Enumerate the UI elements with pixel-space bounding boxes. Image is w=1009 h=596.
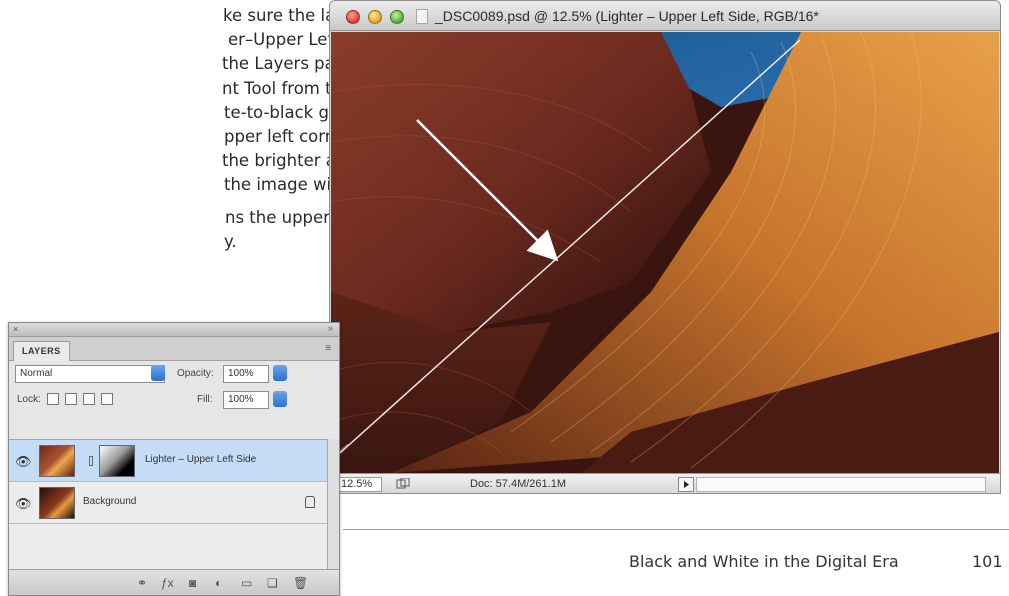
layers-list: 👁 Lighter – Upper Left Side 👁 Background bbox=[9, 439, 339, 571]
document-icon bbox=[416, 9, 428, 24]
canyon-photo bbox=[331, 32, 999, 473]
text-line: the image window. bbox=[224, 175, 330, 194]
lock-icon bbox=[305, 496, 315, 508]
footer-rule bbox=[343, 529, 1009, 530]
image-window: _DSC0089.psd @ 12.5% (Lighter – Upper Le… bbox=[329, 0, 1001, 494]
collapse-icon[interactable]: » bbox=[328, 323, 333, 333]
horizontal-scrollbar[interactable] bbox=[696, 477, 986, 492]
layer-mask-thumbnail[interactable] bbox=[99, 445, 135, 477]
lock-all-icon[interactable] bbox=[101, 393, 113, 405]
opacity-field[interactable]: 100% bbox=[223, 365, 269, 383]
window-titlebar[interactable]: _DSC0089.psd @ 12.5% (Lighter – Upper Le… bbox=[330, 1, 1000, 31]
blend-row: Normal Opacity: 100% bbox=[9, 361, 339, 387]
visibility-eye-icon[interactable]: 👁 bbox=[15, 454, 32, 470]
lock-row: Lock: Fill: 100% bbox=[9, 387, 339, 413]
status-menu-icon[interactable] bbox=[396, 478, 410, 490]
minimize-icon[interactable] bbox=[368, 10, 382, 24]
link-layers-icon[interactable]: ⚭ bbox=[137, 576, 147, 590]
opacity-dropdown-icon[interactable] bbox=[273, 365, 287, 381]
close-icon[interactable] bbox=[346, 10, 360, 24]
zoom-field[interactable]: 12.5% bbox=[336, 477, 382, 492]
opacity-label: Opacity: bbox=[177, 368, 214, 379]
zoom-icon[interactable] bbox=[390, 10, 404, 24]
text-line: y. bbox=[224, 232, 237, 251]
lock-label: Lock: bbox=[17, 394, 41, 405]
text-line: te-to-black gradient diagonally bbox=[224, 103, 330, 122]
status-bar: 12.5% Doc: 57.4M/261.1M bbox=[330, 473, 1000, 493]
layer-thumbnail bbox=[39, 445, 75, 477]
play-arrow-icon bbox=[684, 481, 689, 488]
lock-image-icon[interactable] bbox=[65, 393, 77, 405]
layer-name: Lighter – Upper Left Side bbox=[145, 454, 257, 465]
new-layer-icon[interactable]: ❏ bbox=[267, 576, 278, 590]
fill-dropdown-icon[interactable] bbox=[273, 391, 287, 407]
palette-menu-icon[interactable]: ≡ bbox=[325, 343, 331, 354]
blend-mode-dropdown-icon[interactable] bbox=[151, 365, 165, 381]
trash-icon[interactable]: 🗑 bbox=[293, 576, 308, 590]
text-line: the Layers palette. Choose bbox=[222, 54, 330, 73]
add-mask-icon[interactable]: ◙ bbox=[189, 576, 196, 590]
adjustment-layer-icon[interactable]: ◐ bbox=[215, 576, 222, 590]
layer-thumbnail bbox=[39, 487, 75, 519]
text-line: pper left corner of the image bbox=[224, 127, 330, 146]
blend-mode-select[interactable]: Normal bbox=[15, 365, 165, 383]
palette-footer: ⚭ ƒx ◙ ◐ ▭ ❏ 🗑 bbox=[9, 569, 339, 595]
text-line: er–Upper Left Side” layer is bbox=[228, 30, 330, 49]
lock-transparent-icon[interactable] bbox=[47, 393, 59, 405]
palette-header[interactable]: × » bbox=[9, 323, 339, 337]
layers-scrollbar[interactable] bbox=[327, 439, 339, 571]
text-line: ns the upper left side in a bbox=[225, 208, 330, 227]
layer-row-lighter[interactable]: 👁 Lighter – Upper Left Side bbox=[9, 440, 339, 482]
layer-row-background[interactable]: 👁 Background bbox=[9, 482, 339, 524]
close-icon[interactable]: × bbox=[13, 324, 18, 334]
visibility-eye-icon[interactable]: 👁 bbox=[15, 496, 32, 512]
page-number: 101 bbox=[972, 552, 1003, 571]
footer-title: Black and White in the Digital Era bbox=[629, 552, 899, 571]
text-line: the brighter area in the bbox=[222, 151, 330, 170]
status-arrow-button[interactable] bbox=[678, 477, 694, 492]
mask-link-icon[interactable] bbox=[89, 456, 93, 466]
image-canvas[interactable] bbox=[331, 32, 999, 473]
document-size: Doc: 57.4M/261.1M bbox=[470, 478, 566, 490]
palette-tab-row: LAYERS ≡ bbox=[9, 337, 339, 361]
text-line: ke sure the layer mask on bbox=[223, 6, 330, 25]
text-line: nt Tool from the Toolbox and bbox=[222, 79, 330, 98]
lock-position-icon[interactable] bbox=[83, 393, 95, 405]
tab-layers[interactable]: LAYERS bbox=[13, 341, 70, 361]
window-title: _DSC0089.psd @ 12.5% (Lighter – Upper Le… bbox=[435, 8, 819, 24]
fill-field[interactable]: 100% bbox=[223, 391, 269, 409]
new-group-icon[interactable]: ▭ bbox=[241, 576, 252, 590]
layers-palette: × » LAYERS ≡ Normal Opacity: 100% Lock: … bbox=[8, 322, 340, 596]
fill-label: Fill: bbox=[197, 394, 213, 405]
layer-style-icon[interactable]: ƒx bbox=[161, 576, 174, 590]
layer-name: Background bbox=[83, 496, 137, 507]
